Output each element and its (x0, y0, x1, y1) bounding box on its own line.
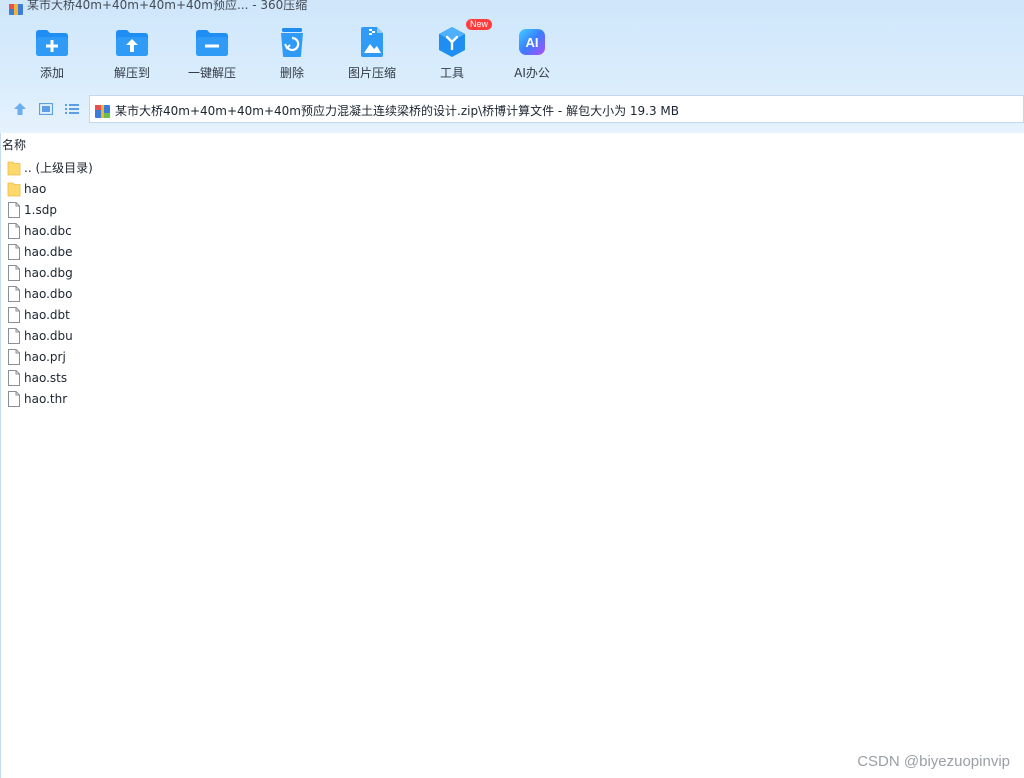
add-button-label: 添加 (39, 66, 64, 80)
app-window: 某市大桥40m+40m+40m+40m预应... - 360压缩 添加 解压到 … (0, 0, 1024, 778)
list-item[interactable]: hao.thr (7, 388, 407, 409)
list-item[interactable]: hao.prj (7, 346, 407, 367)
extract-to-button-label: 解压到 (113, 66, 150, 80)
folder-icon (7, 180, 21, 197)
list-item[interactable]: hao.dbc (7, 220, 407, 241)
file-list: 名称 .. (上级目录) hao 1.sdp hao.dbc hao.dbe h… (0, 133, 1024, 778)
file-icon (7, 369, 21, 386)
list-item[interactable]: hao.dbg (7, 262, 407, 283)
add-icon (34, 22, 70, 62)
file-icon (7, 243, 21, 260)
ai-office-icon: AI (514, 22, 550, 62)
new-badge: New (466, 19, 493, 30)
watermark-text: CSDN @biyezuopinvip (857, 753, 1010, 770)
view-thumbnail-icon[interactable] (37, 100, 55, 118)
file-icon (7, 285, 21, 302)
archive-app-icon (9, 0, 23, 15)
folder-icon (7, 159, 21, 176)
address-row: 某市大桥40m+40m+40m+40m预应力混凝土连续梁桥的设计.zip\桥博计… (0, 95, 1024, 123)
image-compress-button[interactable]: 图片压缩 (332, 22, 412, 86)
view-list-icon[interactable] (63, 100, 81, 118)
tools-button[interactable]: New 工具 (412, 19, 493, 86)
list-item-name: hao.dbt (24, 307, 70, 322)
one-click-extract-button[interactable]: 一键解压 (172, 22, 252, 86)
delete-icon (274, 22, 310, 62)
one-click-extract-button-label: 一键解压 (187, 66, 236, 80)
file-icon (7, 390, 21, 407)
file-icon (7, 327, 21, 344)
file-icon (7, 348, 21, 365)
title-bar: 某市大桥40m+40m+40m+40m预应... - 360压缩 (0, 0, 1024, 16)
list-item-name: hao.dbc (24, 223, 72, 238)
ai-office-button-label: AI办公 (514, 66, 550, 80)
list-item[interactable]: hao.dbe (7, 241, 407, 262)
list-item[interactable]: hao (7, 178, 407, 199)
header: 某市大桥40m+40m+40m+40m预应... - 360压缩 添加 解压到 … (0, 0, 1024, 133)
list-item[interactable]: hao.dbt (7, 304, 407, 325)
list-item-name: hao.thr (24, 391, 68, 406)
zip-file-icon (95, 103, 110, 118)
ai-office-glyph: AI (526, 35, 539, 50)
list-item-name: hao.prj (24, 349, 66, 364)
file-icon (7, 222, 21, 239)
extract-to-button[interactable]: 解压到 (92, 22, 172, 86)
list-item[interactable]: hao.dbo (7, 283, 407, 304)
ai-office-button[interactable]: AI AI办公 (492, 22, 572, 86)
file-rows: .. (上级目录) hao 1.sdp hao.dbc hao.dbe hao.… (7, 157, 407, 409)
list-item-name: hao.dbg (24, 265, 73, 280)
list-item-name: .. (上级目录) (24, 161, 93, 175)
image-compress-icon (354, 22, 390, 62)
delete-button-label: 删除 (279, 66, 304, 80)
list-item-name: hao.dbe (24, 244, 73, 259)
list-item[interactable]: hao.dbu (7, 325, 407, 346)
image-compress-button-label: 图片压缩 (347, 66, 396, 80)
address-path: 某市大桥40m+40m+40m+40m预应力混凝土连续梁桥的设计.zip\桥博计… (115, 104, 680, 118)
window-title: 某市大桥40m+40m+40m+40m预应... - 360压缩 (27, 0, 308, 12)
list-item-name: 1.sdp (24, 202, 57, 217)
toolbar: 添加 解压到 一键解压 删除 图片压缩 New 工具 AI AI办公 (0, 19, 1024, 86)
delete-button[interactable]: 删除 (252, 22, 332, 86)
address-bar[interactable]: 某市大桥40m+40m+40m+40m预应力混凝土连续梁桥的设计.zip\桥博计… (89, 95, 1024, 123)
one-click-extract-icon (194, 22, 230, 62)
file-icon (7, 201, 21, 218)
file-icon (7, 264, 21, 281)
column-header-name[interactable]: 名称 (2, 136, 26, 153)
up-arrow-icon[interactable] (11, 100, 29, 118)
extract-to-icon (114, 22, 150, 62)
tools-icon (434, 22, 470, 62)
file-icon (7, 306, 21, 323)
list-item-name: hao.dbo (24, 286, 73, 301)
add-button[interactable]: 添加 (12, 22, 92, 86)
list-item-name: hao.sts (24, 370, 68, 385)
list-item-name: hao.dbu (24, 328, 73, 343)
list-item-parent-dir[interactable]: .. (上级目录) (7, 157, 407, 178)
list-item[interactable]: 1.sdp (7, 199, 407, 220)
tools-button-label: 工具 (439, 66, 464, 80)
list-item[interactable]: hao.sts (7, 367, 407, 388)
list-item-name: hao (24, 181, 47, 196)
